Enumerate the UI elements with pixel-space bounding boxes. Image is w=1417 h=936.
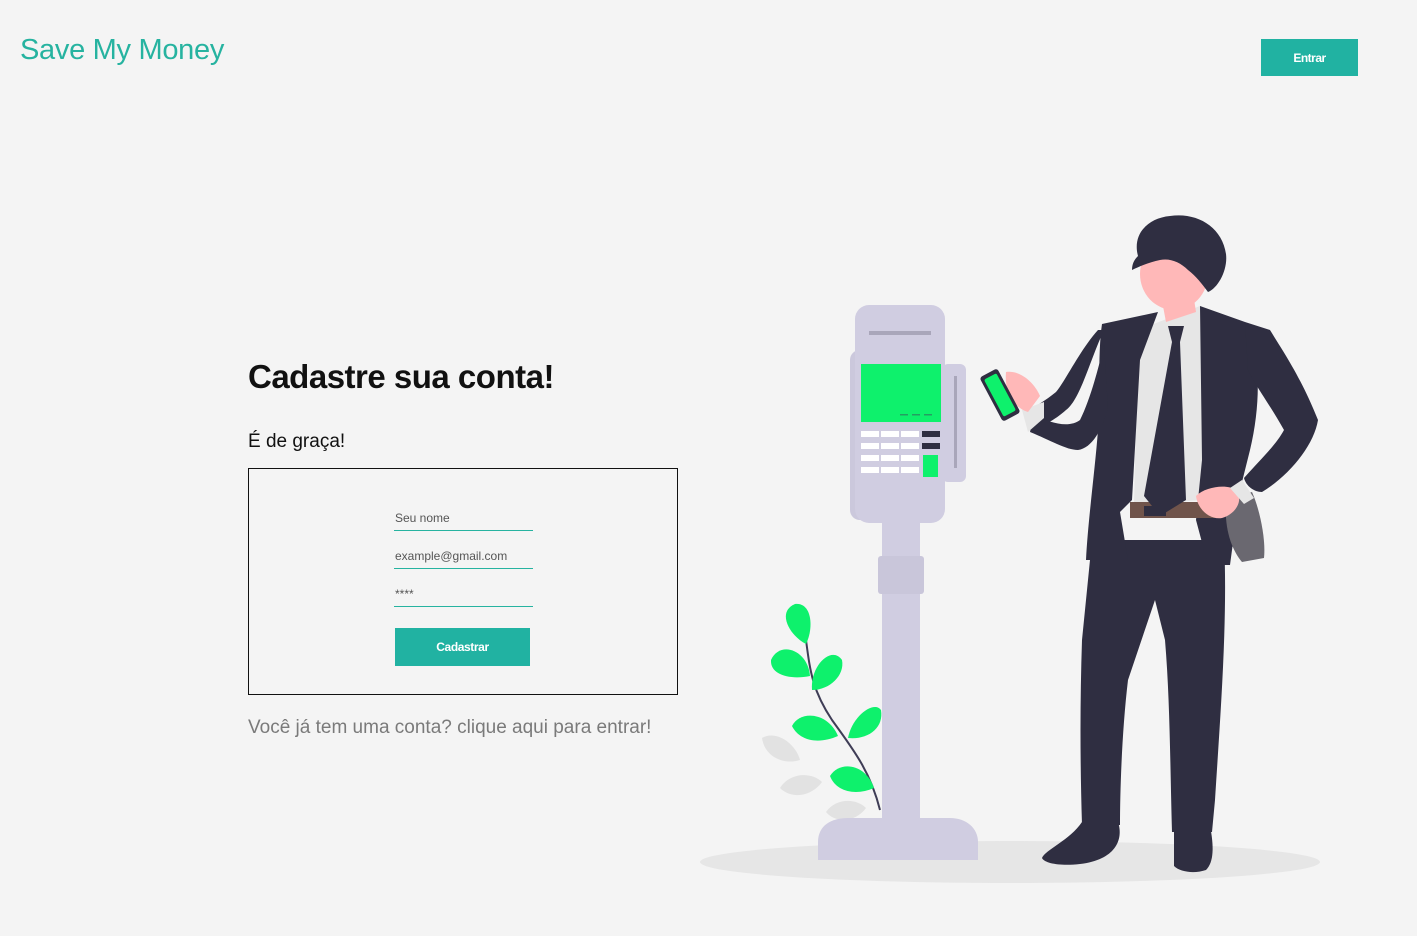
signup-form: Cadastrar — [248, 468, 678, 695]
page-title: Cadastre sua conta! — [248, 358, 554, 395]
floor-shadow — [700, 841, 1320, 883]
name-input[interactable] — [394, 505, 533, 531]
brand-logo[interactable]: Save My Money — [20, 34, 224, 67]
login-link[interactable]: Você já tem uma conta? clique aqui para … — [248, 717, 651, 739]
password-input[interactable] — [394, 581, 533, 607]
businessman-icon — [980, 215, 1318, 873]
plant-icon — [770, 603, 882, 811]
login-button[interactable]: Entrar — [1261, 39, 1358, 76]
page-subtitle: É de graça! — [248, 431, 346, 452]
page: Save My Money Entrar Cadastre sua conta!… — [0, 0, 1417, 936]
signup-submit-button[interactable]: Cadastrar — [395, 628, 530, 666]
email-input[interactable] — [394, 543, 533, 569]
payment-terminal-man-illustration — [700, 215, 1320, 883]
